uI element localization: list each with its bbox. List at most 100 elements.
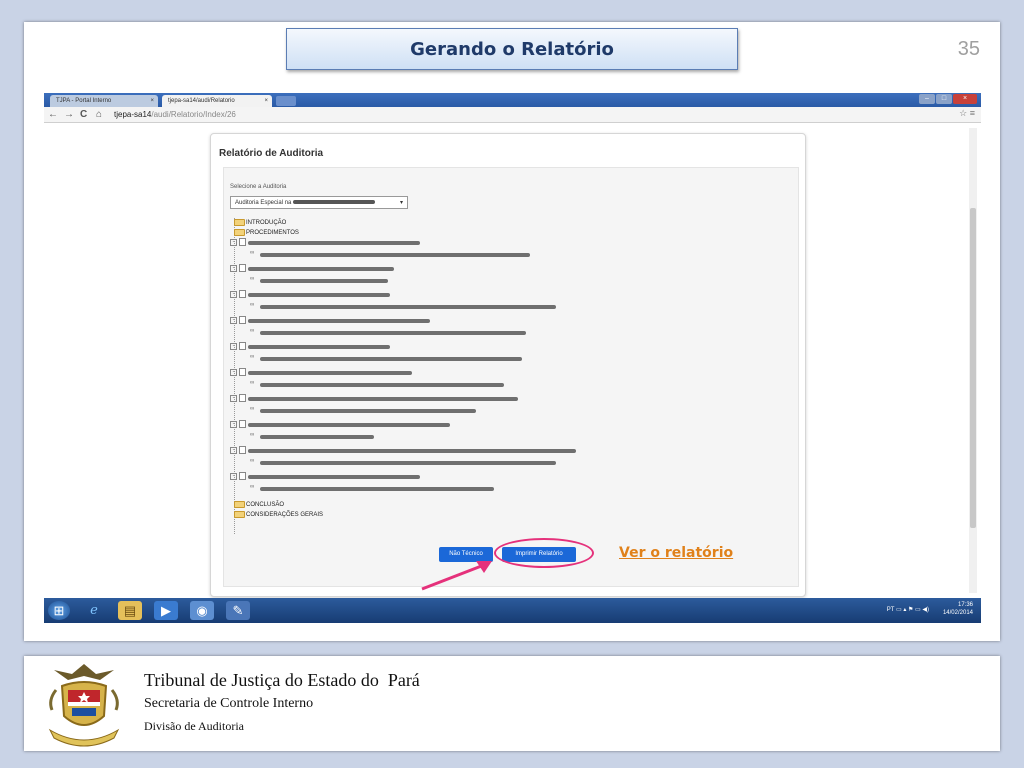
redacted-text	[260, 331, 526, 335]
tree-item-redacted[interactable]: -	[230, 394, 249, 404]
collapse-icon[interactable]: -	[230, 290, 237, 298]
close-tab-icon[interactable]: ×	[150, 95, 154, 107]
clock-time: 17:36	[957, 602, 973, 608]
tree-item-redacted[interactable]: -	[230, 316, 249, 326]
document-icon	[239, 238, 246, 247]
folder-icon	[234, 228, 245, 236]
collapse-icon[interactable]: -	[230, 420, 237, 428]
report-panel: Relatório de Auditoria Selecione a Audit…	[210, 133, 806, 597]
page-scrollbar[interactable]	[969, 128, 977, 593]
close-tab-icon[interactable]: ×	[264, 95, 268, 107]
tab-relatorio[interactable]: tjepa-sa14/audi/Relatorio ×	[162, 95, 272, 107]
document-icon	[239, 368, 246, 377]
collapse-icon[interactable]: -	[230, 264, 237, 272]
link-icon: ∞	[250, 380, 255, 386]
address-bar-row: ← → C ⌂ tjepa-sa14/audi/Relatorio/Index/…	[44, 107, 981, 123]
chrome-icon[interactable]: ◉	[190, 601, 214, 620]
collapse-icon[interactable]: -	[230, 238, 237, 246]
tree-item-redacted[interactable]: -	[230, 446, 249, 456]
reload-icon[interactable]: C	[80, 108, 87, 121]
tree-item-procedimentos[interactable]: PROCEDIMENTOS	[234, 228, 299, 238]
maximize-icon[interactable]: □	[936, 94, 952, 104]
slide-number: 35	[957, 38, 980, 60]
new-tab-button[interactable]	[276, 96, 296, 106]
redacted-text	[260, 279, 388, 283]
redacted-text	[260, 383, 504, 387]
language-indicator: PT	[886, 607, 895, 613]
home-icon[interactable]: ⌂	[96, 108, 102, 121]
folder-icon	[234, 500, 245, 508]
ie-icon[interactable]: e	[82, 601, 106, 620]
tree-label: INTRODUÇÃO	[246, 220, 287, 226]
tree-item-introducao[interactable]: INTRODUÇÃO	[234, 218, 286, 228]
tree-label: CONCLUSÃO	[246, 502, 285, 508]
link-icon: ∞	[250, 328, 255, 334]
redacted-text	[248, 423, 450, 427]
redacted-text	[260, 305, 556, 309]
tree-item-redacted[interactable]: -	[230, 342, 249, 352]
document-icon	[239, 394, 246, 403]
url-host: tjepa-sa14	[114, 110, 152, 119]
secretaria-name: Secretaria de Controle Interno	[144, 696, 314, 711]
folder-icon	[234, 218, 245, 226]
collapse-icon[interactable]: -	[230, 368, 237, 376]
url-input[interactable]: tjepa-sa14/audi/Relatorio/Index/26	[114, 109, 934, 120]
tab-label: TJPA - Portal Interno	[56, 98, 112, 104]
close-window-icon[interactable]: ×	[953, 94, 977, 104]
redacted-text	[260, 435, 374, 439]
tree-item-redacted[interactable]: -	[230, 264, 249, 274]
link-icon: ∞	[250, 432, 255, 438]
scrollbar-thumb[interactable]	[970, 208, 976, 528]
tray-icons[interactable]: PT ▭ ▴ ⚑ ▭ ◀)	[887, 606, 929, 613]
media-player-icon[interactable]: ▶	[154, 601, 178, 620]
redacted-text	[260, 357, 522, 361]
windows-start-icon[interactable]: ⊞	[48, 601, 70, 620]
tab-portal-interno[interactable]: TJPA - Portal Interno ×	[50, 95, 158, 107]
explorer-icon[interactable]: ▤	[118, 601, 142, 620]
window-controls: – □ ×	[919, 94, 977, 106]
collapse-icon[interactable]: -	[230, 472, 237, 480]
redacted-text	[260, 487, 494, 491]
redacted-text	[248, 475, 420, 479]
tree-item-redacted[interactable]: -	[230, 368, 249, 378]
document-icon	[239, 290, 246, 299]
web-page: Relatório de Auditoria Selecione a Audit…	[44, 123, 981, 598]
paint-icon[interactable]: ✎	[226, 601, 250, 620]
collapse-icon[interactable]: -	[230, 342, 237, 350]
tree-item-redacted[interactable]: -	[230, 290, 249, 300]
collapse-icon[interactable]: -	[230, 446, 237, 454]
report-form: Selecione a Auditoria Auditoria Especial…	[223, 167, 799, 587]
forward-icon[interactable]: →	[64, 108, 74, 121]
tree-item-conclusao[interactable]: CONCLUSÃO	[234, 500, 284, 510]
link-icon: ∞	[250, 458, 255, 464]
folder-icon	[234, 510, 245, 518]
redacted-text	[260, 409, 476, 413]
star-icon[interactable]: ☆ ≡	[959, 108, 975, 119]
tree-item-consideracoes[interactable]: CONSIDERAÇÕES GERAIS	[234, 510, 323, 520]
tree-item-redacted[interactable]: -	[230, 238, 249, 248]
coat-of-arms-icon	[48, 664, 120, 747]
browser-tab-bar: TJPA - Portal Interno × tjepa-sa14/audi/…	[44, 93, 981, 107]
divisao-name: Divisão de Auditoria	[144, 719, 244, 733]
collapse-icon[interactable]: -	[230, 316, 237, 324]
document-icon	[239, 342, 246, 351]
document-icon	[239, 264, 246, 273]
select-label: Selecione a Auditoria	[230, 184, 287, 190]
tree-item-redacted[interactable]: -	[230, 420, 249, 430]
document-icon	[239, 446, 246, 455]
back-icon[interactable]: ←	[48, 108, 58, 121]
link-icon: ∞	[250, 250, 255, 256]
audit-select[interactable]: Auditoria Especial na ▾	[230, 196, 408, 209]
clock[interactable]: 17:36 14/02/2014	[943, 601, 973, 617]
document-icon	[239, 420, 246, 429]
redacted-text	[248, 293, 390, 297]
redacted-text	[248, 449, 576, 453]
tree-item-redacted[interactable]: -	[230, 472, 249, 482]
tree-label: CONSIDERAÇÕES GERAIS	[246, 512, 324, 518]
chevron-down-icon: ▾	[399, 200, 403, 206]
ver-relatorio-link[interactable]: Ver o relatório	[619, 545, 733, 561]
redacted-text	[248, 371, 412, 375]
minimize-icon[interactable]: –	[919, 94, 935, 104]
url-path: /audi/Relatorio/Index/26	[151, 110, 236, 119]
collapse-icon[interactable]: -	[230, 394, 237, 402]
